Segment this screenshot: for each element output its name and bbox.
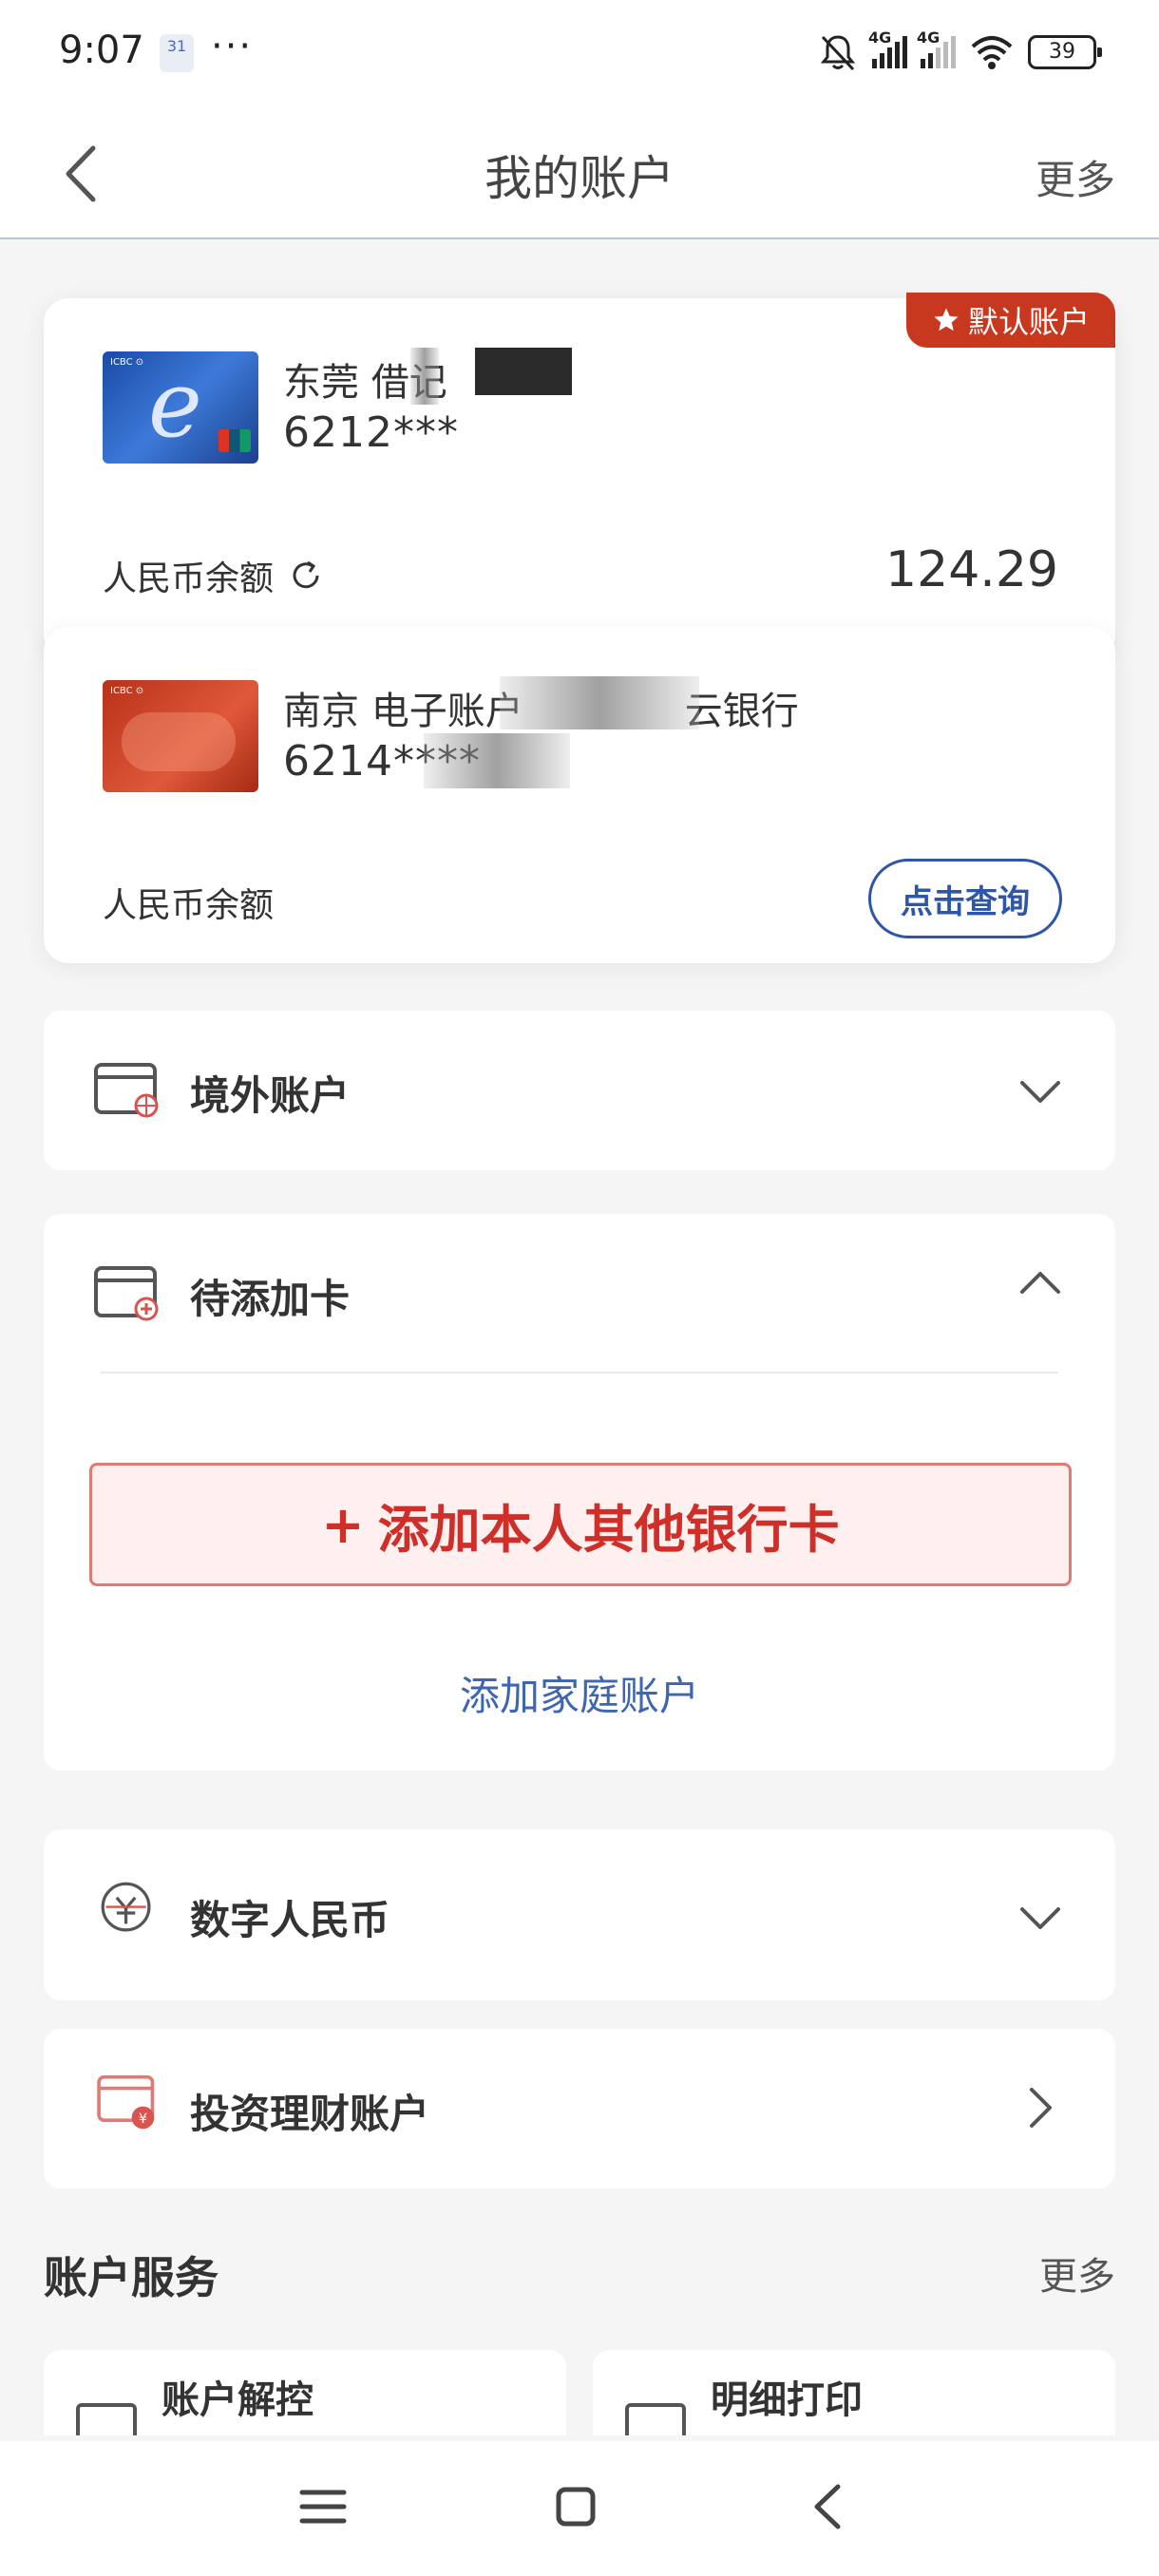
card-add-icon <box>94 1266 159 1321</box>
chevron-right-icon[interactable] <box>1018 2086 1062 2130</box>
star-icon <box>934 308 959 331</box>
default-badge-label: 默认账户 <box>967 304 1090 340</box>
plus-icon: + <box>321 1494 365 1555</box>
status-bar: 9:07 31 ··· 4G 4G 39 <box>0 0 1159 106</box>
divider <box>101 1372 1058 1373</box>
wifi-icon <box>971 36 1013 69</box>
balance-label: 人民币余额 <box>103 551 325 600</box>
unionpay-icon <box>218 429 251 452</box>
service-label: 明细打印 <box>711 2378 863 2422</box>
signal-icon-1: 4G <box>868 28 907 68</box>
privacy-mask <box>424 733 570 788</box>
investment-icon: ¥ <box>97 2074 155 2130</box>
e-logo-icon: e <box>148 351 202 458</box>
signal-icon-2: 4G <box>917 28 956 68</box>
section-title: 境外账户 <box>190 1072 351 1119</box>
section-title: 数字人民币 <box>190 1897 390 1943</box>
account-services-title: 账户服务 <box>44 2252 218 2303</box>
status-time: 9:07 <box>59 28 144 72</box>
card-thumbnail: ICBC ⊙ <box>103 680 258 792</box>
section-overseas-account[interactable]: 境外账户 <box>44 1011 1115 1170</box>
balance-label-text: 人民币余额 <box>103 886 275 925</box>
notification-more-icon: ··· <box>211 25 254 68</box>
home-icon[interactable] <box>538 2473 614 2540</box>
mute-bell-icon <box>820 35 856 71</box>
battery-icon: 39 <box>1028 35 1102 69</box>
chevron-down-icon[interactable] <box>1018 1896 1062 1940</box>
balance-label-text: 人民币余额 <box>103 559 275 598</box>
app-header: 我的账户 更多 <box>0 106 1159 239</box>
bank-logo-icon: ICBC ⊙ <box>110 357 144 368</box>
service-label: 账户解控 <box>162 2378 314 2422</box>
add-card-label: 添加本人其他银行卡 <box>377 1499 840 1560</box>
status-icons: 4G 4G 39 <box>817 28 1102 76</box>
card-stack: 默认账户 ICBC ⊙ e 东莞 借记 6212*** 人民币余额 124.29… <box>0 241 1159 963</box>
back-icon[interactable] <box>790 2473 866 2540</box>
query-balance-button[interactable]: 点击查询 <box>868 859 1062 938</box>
section-title: 待添加卡 <box>190 1276 351 1322</box>
account-services-more-button[interactable]: 更多 <box>1039 2245 1115 2301</box>
privacy-mask <box>500 676 699 729</box>
privacy-mask <box>475 348 572 395</box>
header-more-button[interactable]: 更多 <box>1036 148 1115 206</box>
account-card-default[interactable]: 默认账户 ICBC ⊙ e 东莞 借记 6212*** 人民币余额 124.29 <box>44 293 1115 659</box>
calendar-icon: 31 <box>160 34 194 72</box>
card-number: 6212*** <box>283 408 459 457</box>
service-tile-statement-print[interactable]: 明细打印 <box>593 2350 1115 2435</box>
section-pending-cards: 待添加卡 + 添加本人其他银行卡 添加家庭账户 <box>44 1214 1115 1771</box>
service-tile-account-unfreeze[interactable]: 账户解控 <box>44 2350 566 2435</box>
section-title: 投资理财账户 <box>190 2091 430 2137</box>
default-account-badge: 默认账户 <box>906 293 1115 348</box>
digital-yuan-icon <box>101 1882 151 1932</box>
menu-icon[interactable] <box>285 2473 361 2540</box>
world-map-icon <box>122 712 236 771</box>
section-digital-rmb[interactable]: 数字人民币 <box>44 1829 1115 2000</box>
section-investment-account[interactable]: ¥ 投资理财账户 <box>44 2029 1115 2188</box>
account-card-second[interactable]: ICBC ⊙ 南京 电子账户 云银行 6214**** 人民币余额 点击查询 <box>44 627 1115 963</box>
system-nav-bar <box>0 2441 1159 2576</box>
bank-logo-icon: ICBC ⊙ <box>110 686 144 696</box>
card-globe-icon <box>94 1063 159 1118</box>
balance-value: 124.29 <box>885 541 1058 598</box>
chevron-up-icon[interactable] <box>1018 1261 1062 1305</box>
card-thumbnail: ICBC ⊙ e <box>103 351 258 464</box>
page-title: 我的账户 <box>484 151 674 206</box>
svg-text:¥: ¥ <box>139 2112 147 2127</box>
chevron-down-icon[interactable] <box>1018 1070 1062 1113</box>
add-family-account-link[interactable]: 添加家庭账户 <box>44 1664 1115 1722</box>
refresh-icon[interactable] <box>287 557 325 595</box>
document-icon <box>76 2403 137 2435</box>
privacy-mask <box>410 348 439 405</box>
balance-label: 人民币余额 <box>103 878 274 927</box>
add-other-bank-card-button[interactable]: + 添加本人其他银行卡 <box>89 1463 1072 1586</box>
list-icon <box>625 2403 686 2435</box>
